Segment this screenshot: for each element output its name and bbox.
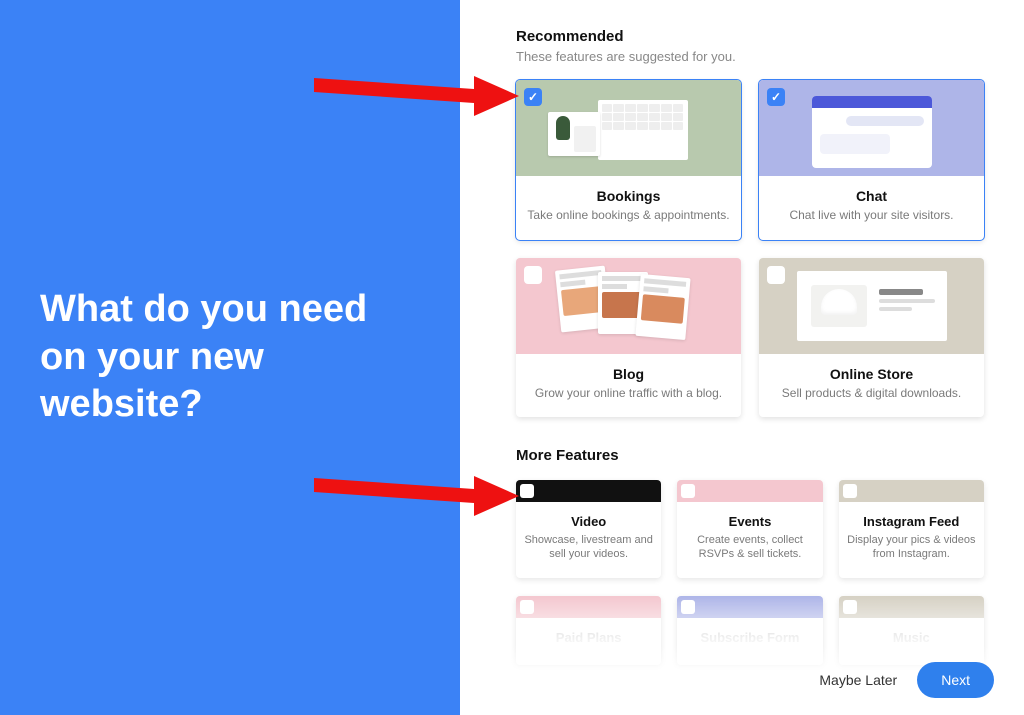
feature-thumb: [759, 80, 984, 176]
checkbox-icon[interactable]: [524, 88, 542, 106]
feature-desc: Sell products & digital downloads.: [769, 386, 974, 402]
checkbox-icon[interactable]: [520, 600, 534, 614]
footer-actions: Maybe Later Next: [460, 645, 1024, 715]
feature-title: Subscribe Form: [685, 630, 814, 645]
feature-title: Instagram Feed: [847, 514, 976, 529]
feature-desc: Take online bookings & appointments.: [526, 208, 731, 224]
feature-selection-panel: Recommended These features are suggested…: [460, 0, 1024, 715]
checkbox-icon[interactable]: [767, 88, 785, 106]
feature-card-online-store[interactable]: Online Store Sell products & digital dow…: [759, 258, 984, 418]
feature-title: Online Store: [769, 366, 974, 382]
checkbox-icon[interactable]: [681, 600, 695, 614]
checkbox-icon[interactable]: [767, 266, 785, 284]
feature-desc: Create events, collect RSVPs & sell tick…: [685, 533, 814, 562]
recommended-heading: Recommended: [516, 28, 984, 45]
feature-bar: [839, 480, 984, 502]
feature-bar: [677, 596, 822, 618]
feature-bar: [677, 480, 822, 502]
feature-card-chat[interactable]: Chat Chat live with your site visitors.: [759, 80, 984, 240]
feature-title: Video: [524, 514, 653, 529]
maybe-later-link[interactable]: Maybe Later: [819, 672, 897, 688]
checkbox-icon[interactable]: [520, 484, 534, 498]
checkbox-icon[interactable]: [524, 266, 542, 284]
page-heading: What do you need on your new website?: [40, 286, 420, 429]
feature-thumb: [516, 80, 741, 176]
feature-card-bookings[interactable]: Bookings Take online bookings & appointm…: [516, 80, 741, 240]
checkbox-icon[interactable]: [681, 484, 695, 498]
feature-thumb: [759, 258, 984, 354]
feature-card-video[interactable]: Video Showcase, livestream and sell your…: [516, 480, 661, 578]
feature-card-events[interactable]: Events Create events, collect RSVPs & se…: [677, 480, 822, 578]
feature-bar: [516, 596, 661, 618]
feature-desc: Chat live with your site visitors.: [769, 208, 974, 224]
intro-panel: What do you need on your new website?: [0, 0, 460, 715]
more-features-heading: More Features: [516, 447, 984, 464]
recommended-grid: Bookings Take online bookings & appointm…: [516, 80, 984, 417]
feature-title: Events: [685, 514, 814, 529]
feature-title: Music: [847, 630, 976, 645]
feature-title: Paid Plans: [524, 630, 653, 645]
recommended-subtext: These features are suggested for you.: [516, 49, 984, 64]
feature-bar: [516, 480, 661, 502]
next-button[interactable]: Next: [917, 662, 994, 698]
feature-bar: [839, 596, 984, 618]
checkbox-icon[interactable]: [843, 484, 857, 498]
feature-desc: Grow your online traffic with a blog.: [526, 386, 731, 402]
feature-title: Blog: [526, 366, 731, 382]
feature-card-blog[interactable]: Blog Grow your online traffic with a blo…: [516, 258, 741, 418]
more-features-grid: Video Showcase, livestream and sell your…: [516, 480, 984, 578]
feature-card-instagram-feed[interactable]: Instagram Feed Display your pics & video…: [839, 480, 984, 578]
feature-desc: Showcase, livestream and sell your video…: [524, 533, 653, 562]
feature-desc: Display your pics & videos from Instagra…: [847, 533, 976, 562]
checkbox-icon[interactable]: [843, 600, 857, 614]
feature-title: Bookings: [526, 188, 731, 204]
feature-title: Chat: [769, 188, 974, 204]
feature-thumb: [516, 258, 741, 354]
